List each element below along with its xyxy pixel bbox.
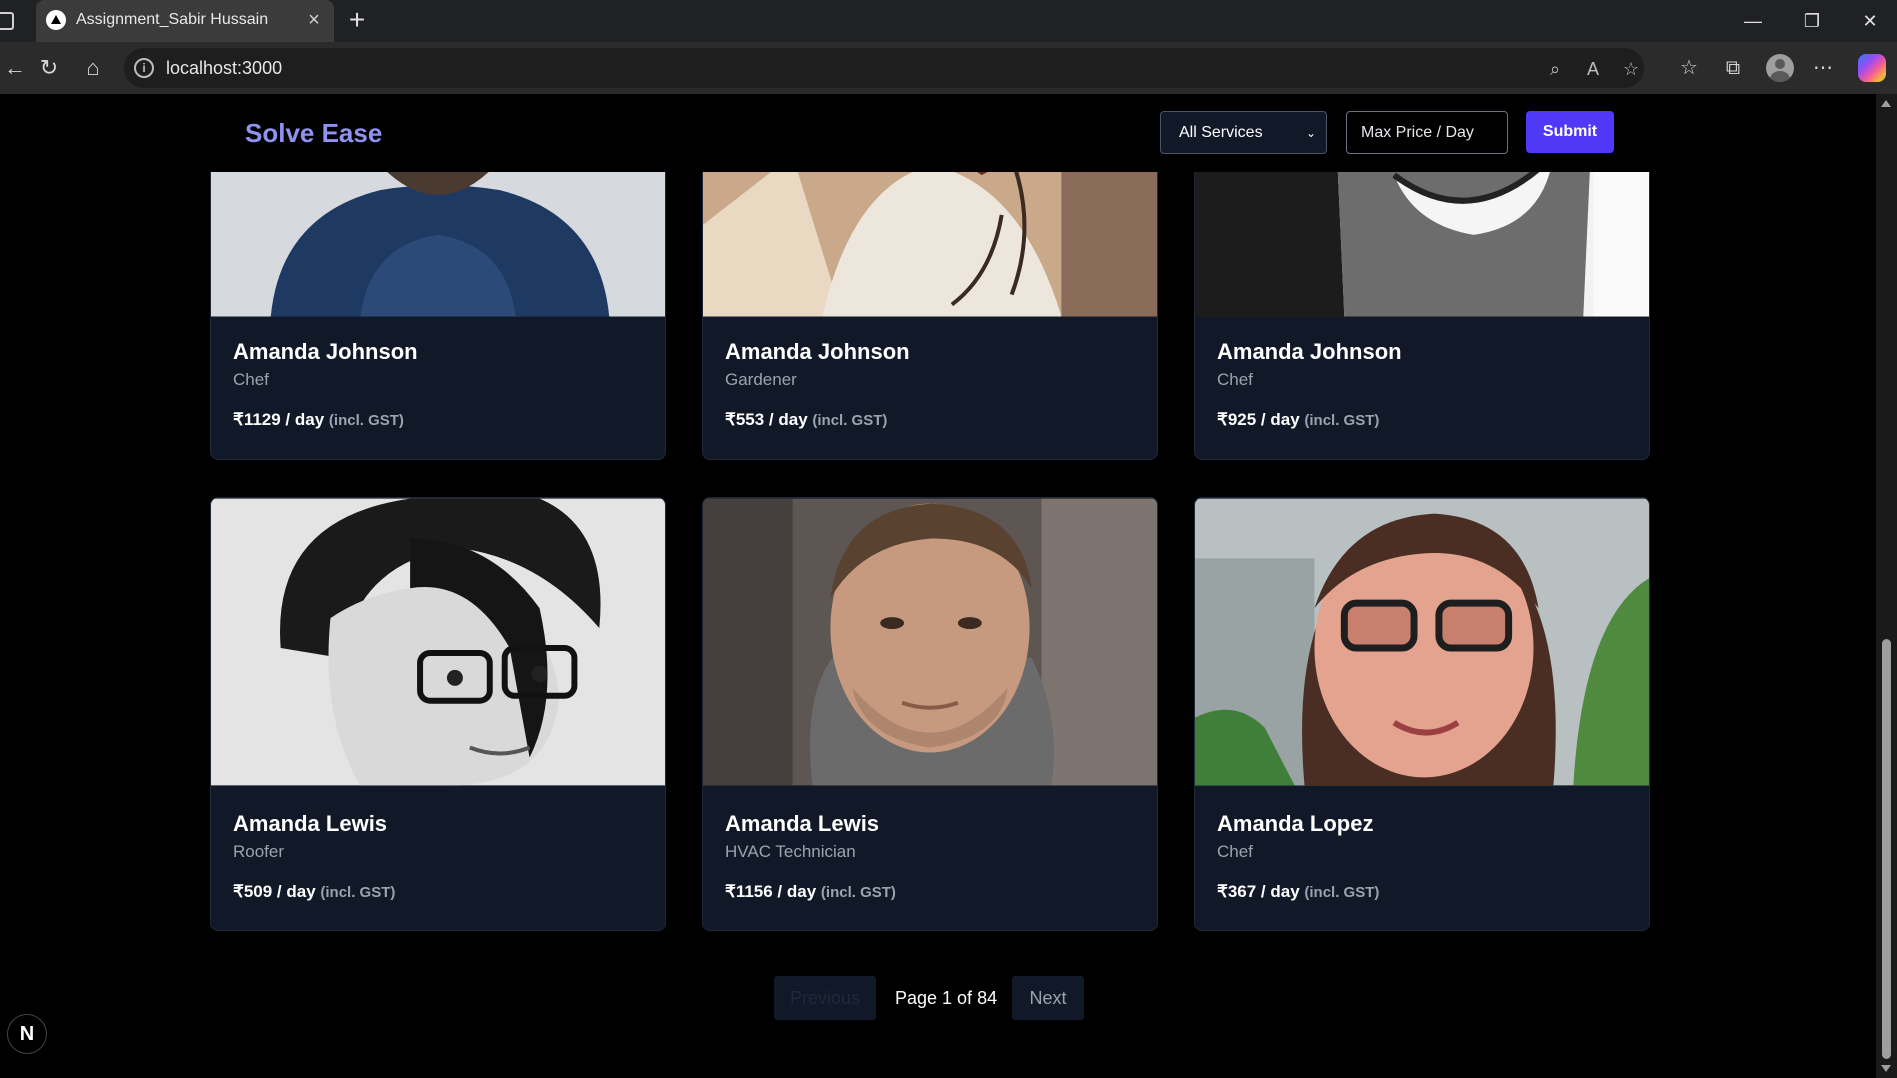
plus-icon[interactable]: + <box>342 6 372 36</box>
page-indicator: Page 1 of 84 <box>895 988 998 1008</box>
site-info-icon[interactable]: i <box>134 58 154 78</box>
max-price-input[interactable] <box>1346 111 1508 154</box>
provider-price: ₹553 / day (incl. GST) <box>725 410 888 429</box>
previous-button[interactable]: Previous <box>774 976 876 1020</box>
provider-photo <box>703 498 1157 786</box>
home-icon[interactable]: ⌂ <box>78 53 108 83</box>
scroll-thumb[interactable] <box>1882 639 1891 1059</box>
page-viewport: Amanda Johnson Chef ₹1129 / day (incl. G… <box>0 94 1876 1078</box>
browser-toolbar: ← ↻ ⌂ i localhost:3000 ⌕ A ☆ <box>0 42 1897 94</box>
tab-title: Assignment_Sabir Hussain <box>76 11 269 28</box>
service-select-value: All Services <box>1179 124 1263 141</box>
page-scrollbar[interactable] <box>1876 94 1897 1078</box>
read-aloud-icon[interactable]: A <box>1580 56 1606 82</box>
copilot-icon[interactable] <box>1858 54 1886 82</box>
brand-logo[interactable]: Solve Ease <box>245 118 382 149</box>
provider-role: HVAC Technician <box>725 842 856 861</box>
provider-name: Amanda Johnson <box>233 339 418 364</box>
provider-role: Gardener <box>725 370 797 389</box>
provider-name: Amanda Lewis <box>725 811 880 836</box>
favorites-icon[interactable]: ☆ <box>1674 53 1704 83</box>
extensions-icon[interactable]: ⧉ <box>1718 53 1748 83</box>
browser-tab[interactable]: Assignment_Sabir Hussain × <box>36 0 334 42</box>
back-icon[interactable]: ← <box>0 53 30 83</box>
nextjs-dev-icon[interactable]: N <box>7 1014 47 1054</box>
restore-icon[interactable]: ❐ <box>1792 8 1832 34</box>
close-window-icon[interactable]: ✕ <box>1850 8 1890 34</box>
tab-favicon-icon <box>46 10 66 30</box>
submit-button[interactable]: Submit <box>1526 111 1614 153</box>
profile-avatar-icon[interactable] <box>1766 54 1794 82</box>
provider-card[interactable]: Amanda Lopez Chef ₹367 / day (incl. GST) <box>1194 497 1650 931</box>
more-options-icon[interactable]: ⋯ <box>1808 53 1838 83</box>
provider-price: ₹925 / day (incl. GST) <box>1217 410 1380 429</box>
provider-price: ₹1156 / day (incl. GST) <box>725 882 896 901</box>
reload-icon[interactable]: ↻ <box>34 53 64 83</box>
provider-photo <box>211 498 665 786</box>
scroll-up-icon[interactable] <box>1881 100 1891 107</box>
service-select[interactable]: All Services ⌄ <box>1160 111 1327 154</box>
provider-price: ₹509 / day (incl. GST) <box>233 882 396 901</box>
close-tab-icon[interactable]: × <box>302 8 326 32</box>
provider-name: Amanda Lewis <box>233 811 388 836</box>
provider-role: Chef <box>1217 842 1253 861</box>
provider-name: Amanda Lopez <box>1217 811 1374 836</box>
minimize-icon[interactable]: — <box>1733 8 1773 34</box>
provider-card[interactable]: Amanda Lewis HVAC Technician ₹1156 / day… <box>702 497 1158 931</box>
chevron-down-icon: ⌄ <box>1305 126 1316 140</box>
provider-role: Chef <box>1217 370 1253 389</box>
provider-card[interactable]: Amanda Lewis Roofer ₹509 / day (incl. GS… <box>210 497 666 931</box>
provider-name: Amanda Johnson <box>725 339 910 364</box>
site-header: Solve Ease All Services ⌄ Submit <box>0 94 1876 172</box>
address-bar[interactable]: i localhost:3000 ⌕ A ☆ <box>124 48 1644 88</box>
zoom-icon[interactable]: ⌕ <box>1542 56 1568 82</box>
provider-role: Roofer <box>233 842 285 861</box>
browser-tab-bar: Assignment_Sabir Hussain × + — ❐ ✕ <box>0 0 1897 42</box>
favorite-star-icon[interactable]: ☆ <box>1618 56 1644 82</box>
provider-photo <box>1195 498 1649 786</box>
provider-role: Chef <box>233 370 269 389</box>
provider-name: Amanda Johnson <box>1217 339 1402 364</box>
scroll-down-icon[interactable] <box>1881 1065 1891 1072</box>
provider-price: ₹367 / day (incl. GST) <box>1217 882 1380 901</box>
provider-price: ₹1129 / day (incl. GST) <box>233 410 404 429</box>
address-url[interactable]: localhost:3000 <box>166 58 282 79</box>
sidebar-toggle-icon[interactable] <box>0 12 14 30</box>
next-button[interactable]: Next <box>1012 976 1084 1020</box>
